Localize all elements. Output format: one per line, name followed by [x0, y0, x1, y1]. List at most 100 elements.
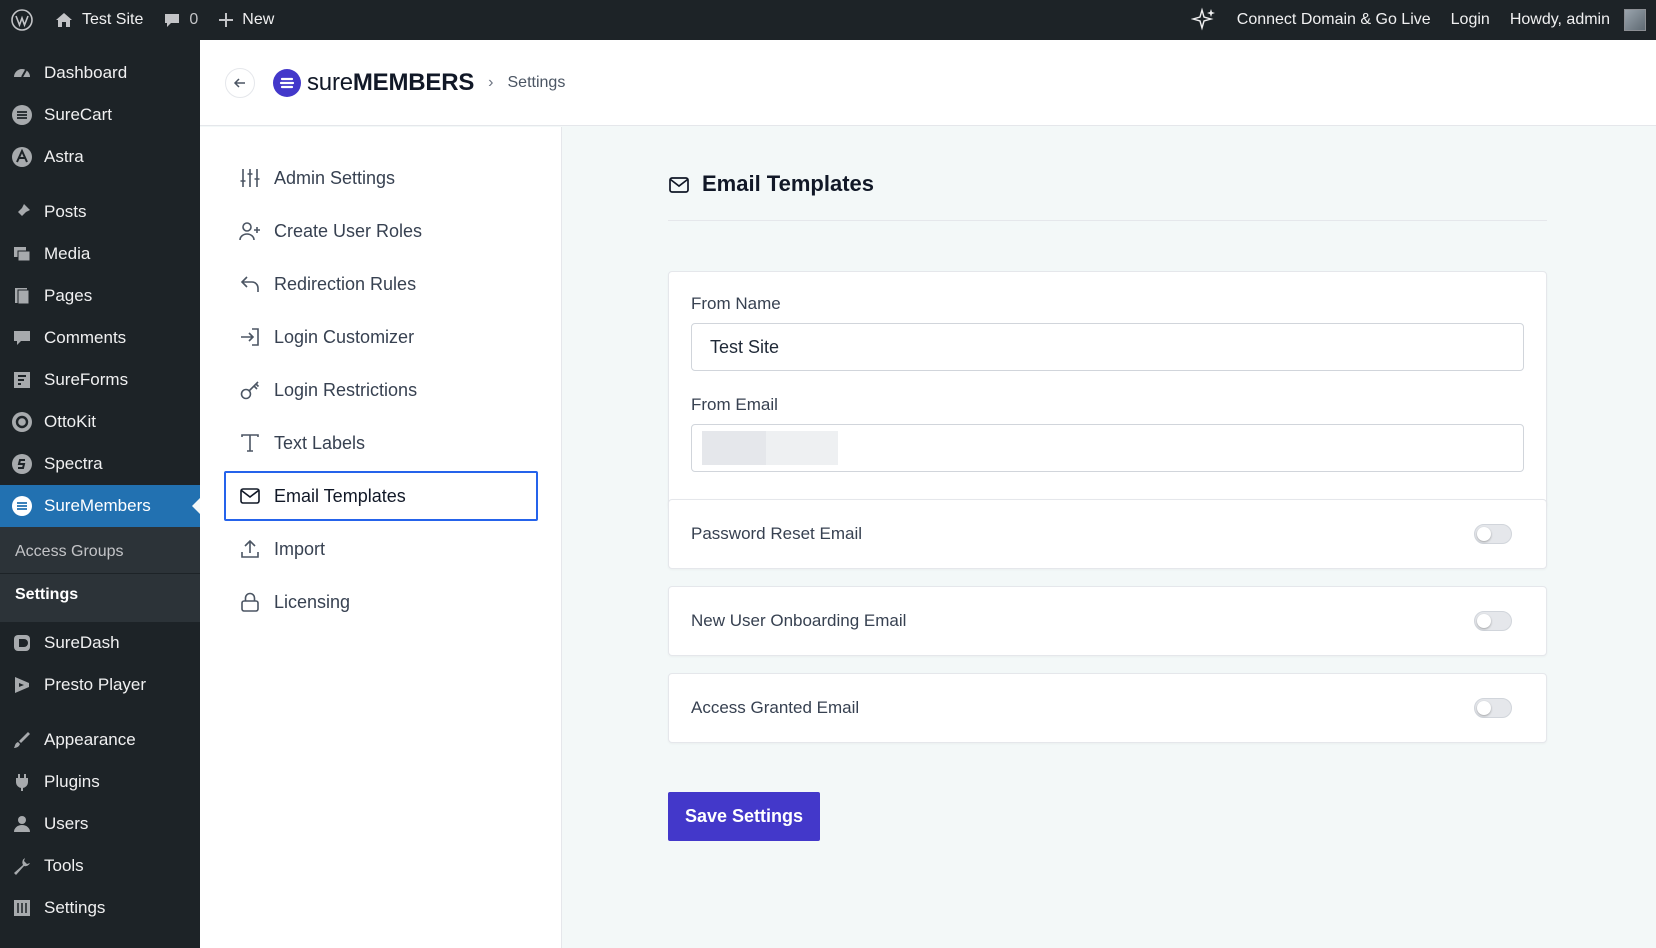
comment-icon — [10, 326, 34, 350]
menu-label: Plugins — [44, 772, 100, 791]
menu-label: OttoKit — [44, 412, 96, 431]
menu-item-tools[interactable]: Tools — [0, 845, 200, 887]
logo-text-bold: MEMBERS — [352, 68, 475, 96]
ai-sparkle-button[interactable] — [1181, 0, 1227, 40]
from-name-input[interactable]: Test Site — [691, 323, 1524, 371]
howdy-label: Howdy, admin — [1509, 11, 1610, 28]
nav-label: Redirection Rules — [274, 273, 417, 294]
nav-label: Text Labels — [274, 432, 366, 453]
menu-item-users[interactable]: Users — [0, 803, 200, 845]
menu-label: Comments — [44, 328, 127, 347]
menu-item-surecart[interactable]: SureCart — [0, 94, 200, 136]
presto-icon — [10, 673, 34, 697]
menu-label: Posts — [44, 202, 87, 221]
new-user-onboarding-email-label: New User Onboarding Email — [691, 611, 907, 630]
plug-icon — [10, 770, 34, 794]
nav-item-licensing[interactable]: Licensing — [224, 577, 538, 627]
menu-item-presto-player[interactable]: Presto Player — [0, 664, 200, 706]
access-granted-email-toggle[interactable] — [1474, 698, 1512, 718]
logo-text: sureMEMBERS — [307, 69, 474, 97]
menu-label: Pages — [44, 286, 93, 305]
nav-label: Admin Settings — [274, 167, 396, 188]
menu-label: SureCart — [44, 105, 113, 124]
menu-item-settings[interactable]: Settings — [0, 887, 200, 929]
new-user-onboarding-email-toggle[interactable] — [1474, 611, 1512, 631]
connect-domain-label: Connect Domain & Go Live — [1236, 11, 1431, 28]
new-content-link[interactable]: New — [208, 0, 284, 40]
menu-item-dashboard[interactable]: Dashboard — [0, 52, 200, 94]
save-settings-button[interactable]: Save Settings — [668, 792, 820, 841]
lock-icon — [238, 590, 262, 614]
suremembers-submenu: Access Groups Settings — [0, 527, 200, 622]
login-icon — [238, 325, 262, 349]
astra-icon — [10, 145, 34, 169]
menu-item-sureforms[interactable]: SureForms — [0, 359, 200, 401]
account-menu[interactable]: Howdy, admin — [1500, 0, 1656, 40]
login-link[interactable]: Login — [1441, 0, 1500, 40]
nav-item-login-customizer[interactable]: Login Customizer — [224, 312, 538, 362]
page-title: Email Templates — [668, 171, 1547, 221]
nav-item-text-labels[interactable]: Text Labels — [224, 418, 538, 468]
menu-item-appearance[interactable]: Appearance — [0, 719, 200, 761]
menu-label: SureMembers — [44, 496, 151, 515]
breadcrumb-chevron-icon: › — [488, 73, 494, 91]
menu-item-suremembers[interactable]: SureMembers — [0, 485, 200, 527]
wrench-icon — [10, 854, 34, 878]
menu-label: Astra — [44, 147, 84, 166]
avatar — [1624, 9, 1646, 31]
from-email-input[interactable] — [691, 424, 1524, 472]
arrow-left-icon — [233, 77, 245, 88]
comments-link[interactable]: 0 — [153, 0, 208, 40]
menu-item-media[interactable]: Media — [0, 233, 200, 275]
nav-label: Login Restrictions — [274, 379, 418, 400]
logo-text-light: sure — [307, 68, 353, 96]
nav-item-redirection-rules[interactable]: Redirection Rules — [224, 259, 538, 309]
menu-item-astra[interactable]: Astra — [0, 136, 200, 178]
connect-domain-link[interactable]: Connect Domain & Go Live — [1227, 0, 1441, 40]
nav-item-email-templates[interactable]: Email Templates — [224, 471, 538, 521]
wordpress-logo-button[interactable] — [0, 0, 44, 40]
nav-item-login-restrictions[interactable]: Login Restrictions — [224, 365, 538, 415]
menu-item-posts[interactable]: Posts — [0, 191, 200, 233]
nav-item-import[interactable]: Import — [224, 524, 538, 574]
wordpress-icon — [11, 9, 33, 31]
menu-item-ottokit[interactable]: OttoKit — [0, 401, 200, 443]
menu-label: Tools — [44, 856, 84, 875]
nav-label: Import — [274, 538, 326, 559]
nav-item-create-user-roles[interactable]: Create User Roles — [224, 206, 538, 256]
home-icon — [56, 13, 72, 27]
from-name-label: From Name — [691, 294, 781, 313]
comments-count: 0 — [189, 11, 199, 28]
menu-label: Media — [44, 244, 91, 263]
menu-item-suredash[interactable]: SureDash — [0, 622, 200, 664]
menu-label: SureDash — [44, 633, 120, 652]
back-button[interactable] — [225, 67, 255, 98]
dashboard-icon — [10, 61, 34, 85]
redacted-email-value — [702, 431, 838, 465]
menu-label: Settings — [44, 898, 106, 917]
mail-icon — [668, 173, 692, 197]
plus-icon — [219, 13, 234, 27]
nav-item-admin-settings[interactable]: Admin Settings — [224, 153, 538, 203]
submenu-item-access-groups[interactable]: Access Groups — [0, 531, 200, 573]
submenu-item-settings[interactable]: Settings — [0, 574, 200, 616]
site-name-link[interactable]: Test Site — [44, 0, 153, 40]
menu-item-plugins[interactable]: Plugins — [0, 761, 200, 803]
password-reset-email-label: Password Reset Email — [691, 524, 863, 543]
upload-icon — [238, 537, 262, 561]
menu-item-pages[interactable]: Pages — [0, 275, 200, 317]
menu-label: Dashboard — [44, 63, 128, 82]
nav-label: Email Templates — [274, 485, 406, 506]
password-reset-email-row: Password Reset Email — [668, 499, 1547, 569]
nav-label: Create User Roles — [274, 220, 423, 241]
access-granted-email-label: Access Granted Email — [691, 698, 860, 717]
page-title-text: Email Templates — [702, 171, 874, 196]
menu-label: Presto Player — [44, 675, 147, 694]
menu-item-comments[interactable]: Comments — [0, 317, 200, 359]
breadcrumb: Settings — [507, 73, 566, 91]
from-name-value: Test Site — [710, 336, 780, 357]
password-reset-email-toggle[interactable] — [1474, 524, 1512, 544]
key-icon — [238, 378, 262, 402]
menu-item-spectra[interactable]: Spectra — [0, 443, 200, 485]
redirect-icon — [238, 272, 262, 296]
